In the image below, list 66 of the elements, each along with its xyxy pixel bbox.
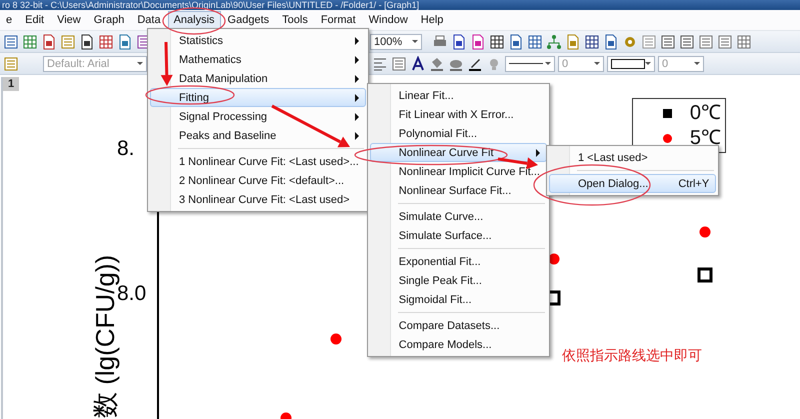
data-point: [698, 268, 712, 282]
menu-item[interactable]: Compare Models...: [370, 335, 547, 354]
page-icon[interactable]: [79, 34, 95, 50]
page-icon[interactable]: [451, 34, 467, 50]
sheet-icon[interactable]: [660, 34, 676, 50]
menu-bar-item[interactable]: Gadgets: [222, 11, 276, 30]
letter-icon[interactable]: [410, 56, 426, 72]
menu-item[interactable]: Statistics: [150, 31, 366, 50]
menu-bar-item[interactable]: Graph: [88, 11, 130, 30]
menu-bar-item[interactable]: Window: [362, 11, 414, 30]
page-icon[interactable]: [508, 34, 524, 50]
menu-item[interactable]: Polynomial Fit...: [370, 124, 547, 143]
menu-bar-item[interactable]: View: [51, 11, 87, 30]
menu-bar-item[interactable]: Edit: [19, 11, 50, 30]
menu-item[interactable]: Fit Linear with X Error...: [370, 105, 547, 124]
menu-item[interactable]: Exponential Fit...: [370, 252, 547, 271]
grid-page-icon[interactable]: [584, 34, 600, 50]
grid-page-icon[interactable]: [489, 34, 505, 50]
tree-icon[interactable]: [546, 34, 562, 50]
data-point: [280, 412, 292, 419]
menu-item[interactable]: 3 Nonlinear Curve Fit: <Last used>: [150, 190, 366, 209]
menu-item[interactable]: Sigmoidal Fit...: [370, 290, 547, 309]
menu-item[interactable]: Signal Processing: [150, 107, 366, 126]
window-title: ro 8 32-bit - C:\Users\Administrator\Documents\OriginLab\90\User Files\UNTITLED - /Folder1/ - [Graph1]: [0, 0, 800, 10]
line-style-dropdown[interactable]: [505, 56, 555, 72]
data-point: [330, 334, 342, 344]
tick-label: 8.: [117, 137, 135, 160]
pointer-arrow: [160, 42, 173, 86]
menu-bar-item[interactable]: Format: [314, 11, 362, 30]
page-tab[interactable]: 1: [3, 77, 19, 91]
menu-item[interactable]: Simulate Curve...: [370, 207, 547, 226]
menu-item[interactable]: 1 Nonlinear Curve Fit: <Last used>...: [150, 152, 366, 171]
menu-item[interactable]: Simulate Surface...: [370, 226, 547, 245]
grid-page-icon[interactable]: [527, 34, 543, 50]
page-icon[interactable]: [603, 34, 619, 50]
menu-item[interactable]: Fitting: [150, 88, 366, 107]
menu-item[interactable]: Mathematics: [150, 50, 366, 69]
annotation-text: 依照指示路线选中即可: [562, 347, 702, 365]
zoom-dropdown[interactable]: 100%: [370, 34, 422, 50]
page-icon[interactable]: [41, 34, 57, 50]
legend-label: 0℃: [690, 101, 721, 125]
axis-title: 数 (lg(CFU/g)): [90, 254, 120, 418]
sheet-icon[interactable]: [3, 34, 19, 50]
menu-item[interactable]: Compare Datasets...: [370, 316, 547, 335]
menu-bar-item[interactable]: Data: [131, 11, 167, 30]
sheet-icon[interactable]: [717, 34, 733, 50]
menu-bar-item[interactable]: e: [0, 11, 18, 30]
grid-page-icon[interactable]: [98, 34, 114, 50]
legend-label: 5℃: [690, 126, 721, 150]
menu-item[interactable]: 1 <Last used>: [548, 148, 716, 167]
menu-item[interactable]: Nonlinear Surface Fit...: [370, 181, 547, 200]
menu-bar-item[interactable]: Tools: [276, 11, 314, 30]
sheet-icon[interactable]: [391, 56, 407, 72]
menu-item[interactable]: Open Dialog... Ctrl+Y: [548, 174, 716, 193]
border-style-dropdown[interactable]: [607, 56, 655, 72]
data-point: [548, 254, 560, 264]
data-point: [700, 226, 710, 238]
sheet-icon[interactable]: [698, 34, 714, 50]
menu-item[interactable]: Nonlinear Implicit Curve Fit...: [370, 162, 547, 181]
align-icon[interactable]: [372, 56, 388, 72]
menu-bar-item[interactable]: Help: [414, 11, 450, 30]
menu-item[interactable]: 2 Nonlinear Curve Fit: <default>...: [150, 171, 366, 190]
menu-item[interactable]: Linear Fit...: [370, 86, 547, 105]
menu-item[interactable]: Single Peak Fit...: [370, 271, 547, 290]
clipboard-icon[interactable]: [3, 56, 19, 72]
sheet-icon[interactable]: [679, 34, 695, 50]
